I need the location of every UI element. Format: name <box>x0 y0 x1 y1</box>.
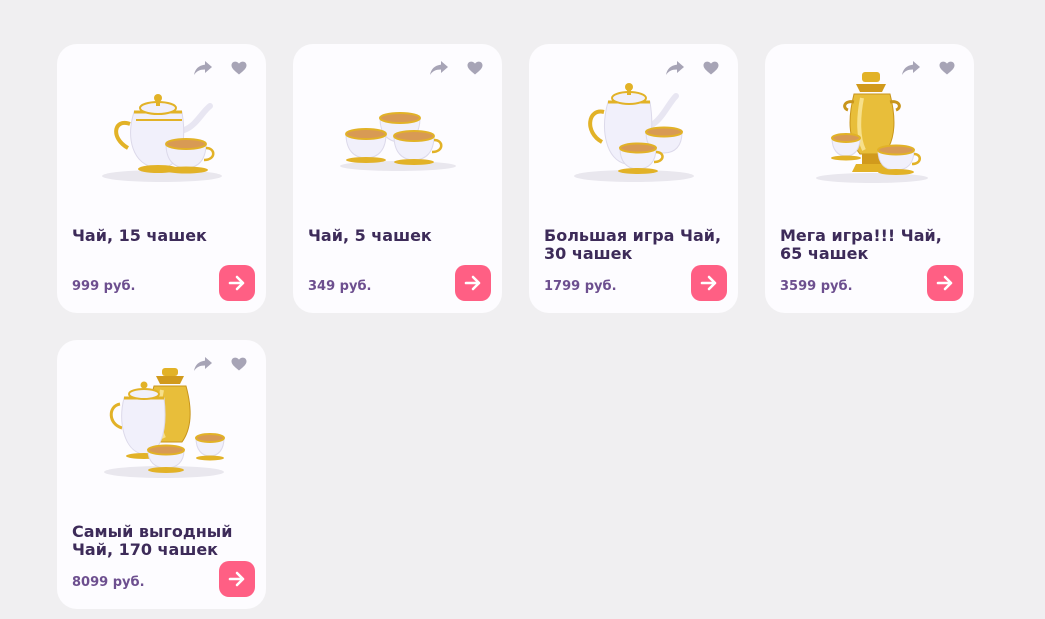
teapot-with-cups-illustration <box>529 58 738 198</box>
product-card[interactable]: Чай, 15 чашек 999 руб. <box>57 44 266 313</box>
arrow-right-icon <box>936 275 953 291</box>
product-title: Мега игра!!! Чай, 65 чашек <box>780 226 942 263</box>
open-product-button[interactable] <box>219 561 255 597</box>
product-price: 349 руб. <box>308 279 372 294</box>
product-grid: Чай, 15 чашек 999 руб. Чай, 5 чашек 349 … <box>57 44 974 609</box>
arrow-right-icon <box>228 275 245 291</box>
product-price: 1799 руб. <box>544 279 617 294</box>
three-cups-illustration <box>293 58 502 198</box>
product-title: Большая игра Чай, 30 чашек <box>544 226 722 263</box>
arrow-right-icon <box>464 275 481 291</box>
open-product-button[interactable] <box>691 265 727 301</box>
teapot-with-cups-illustration <box>57 58 266 198</box>
product-price: 999 руб. <box>72 279 136 294</box>
product-card[interactable]: Самый выгодный Чай, 170 чашек 8099 руб. <box>57 340 266 609</box>
arrow-right-icon <box>228 571 245 587</box>
product-card[interactable]: Чай, 5 чашек 349 руб. <box>293 44 502 313</box>
product-title: Чай, 15 чашек <box>72 226 207 245</box>
open-product-button[interactable] <box>927 265 963 301</box>
product-price: 8099 руб. <box>72 575 145 590</box>
product-price: 3599 руб. <box>780 279 853 294</box>
open-product-button[interactable] <box>455 265 491 301</box>
product-title: Чай, 5 чашек <box>308 226 432 245</box>
open-product-button[interactable] <box>219 265 255 301</box>
samovar-teapot-cups-illustration <box>57 354 266 494</box>
samovar-with-cups-illustration <box>765 58 974 198</box>
product-card[interactable]: Мега игра!!! Чай, 65 чашек 3599 руб. <box>765 44 974 313</box>
product-card[interactable]: Большая игра Чай, 30 чашек 1799 руб. <box>529 44 738 313</box>
arrow-right-icon <box>700 275 717 291</box>
product-title: Самый выгодный Чай, 170 чашек <box>72 522 233 559</box>
